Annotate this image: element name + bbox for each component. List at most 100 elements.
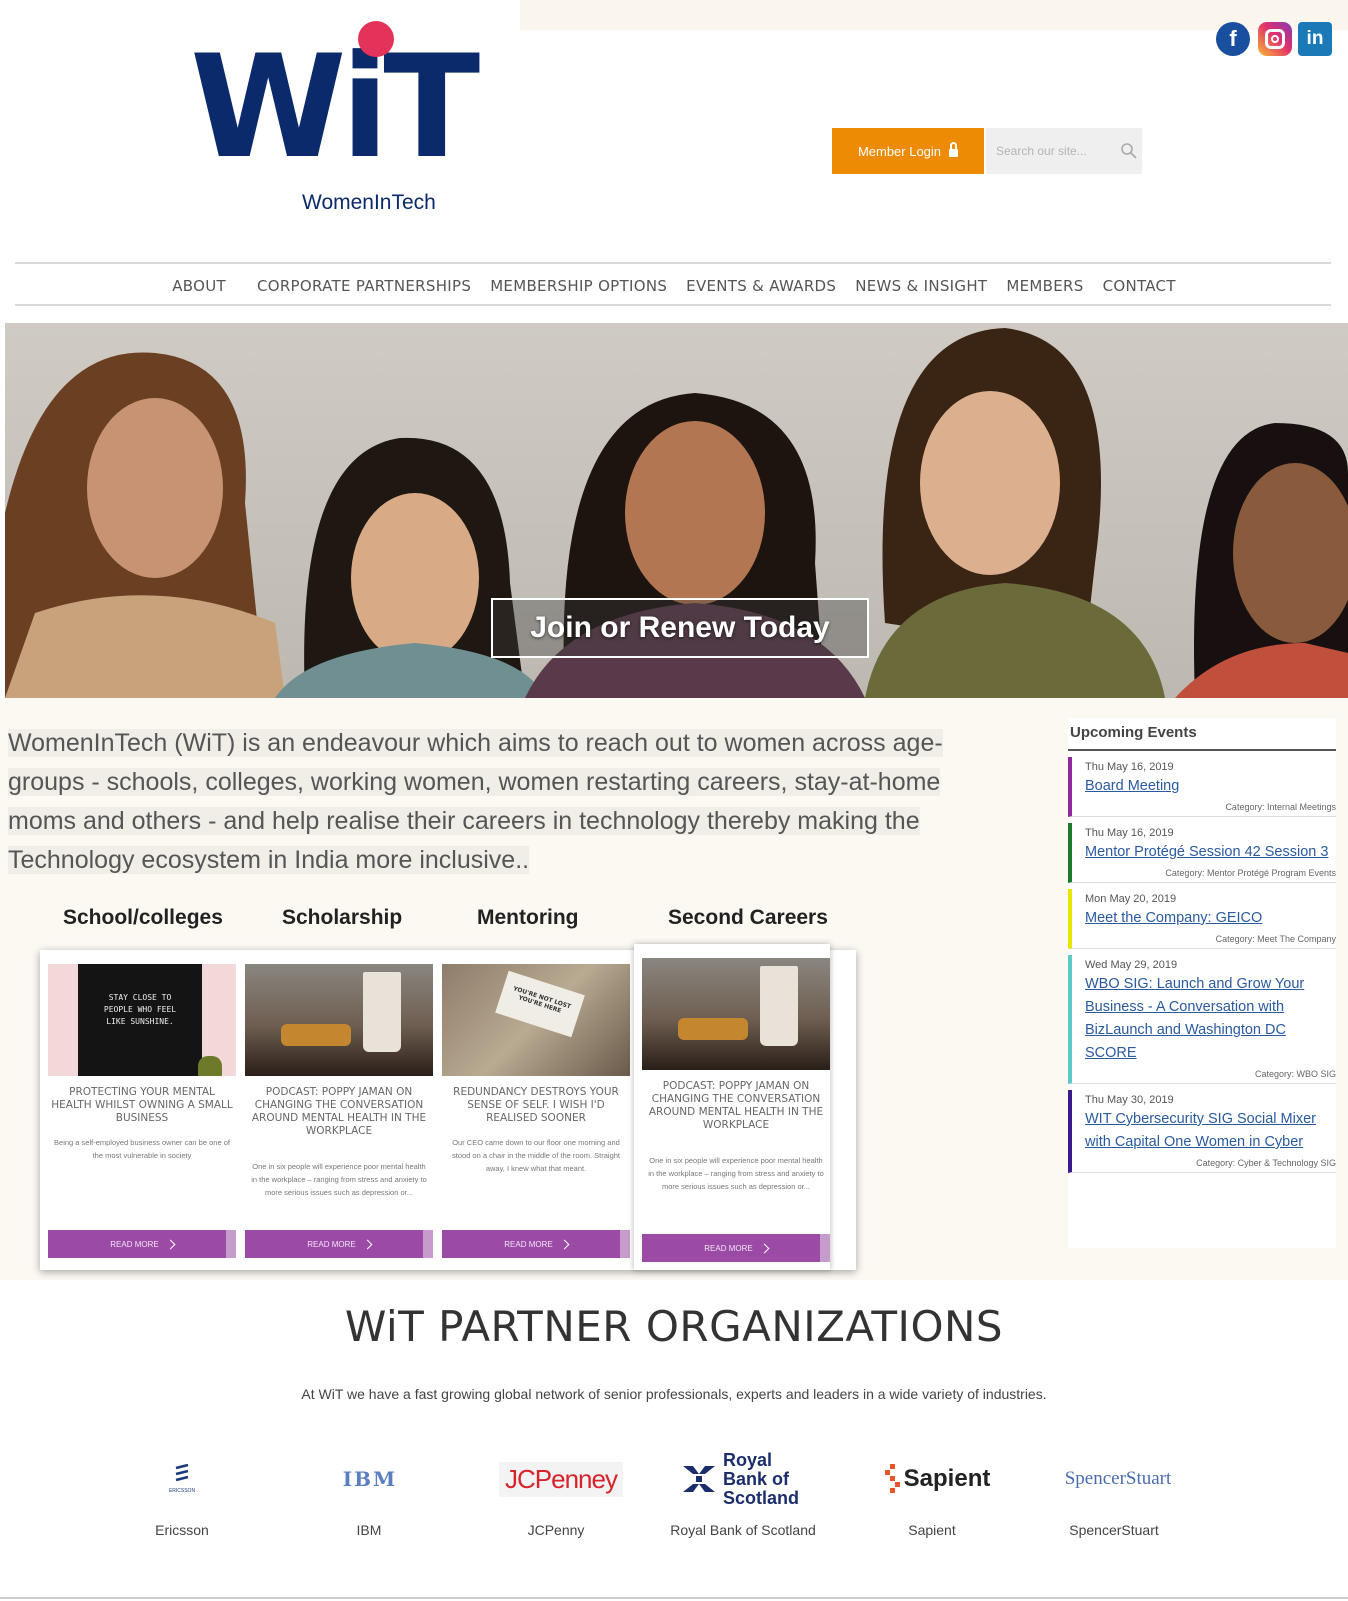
event-link[interactable]: Board Meeting <box>1085 775 1336 798</box>
card-excerpt: One in six people will experience poor m… <box>648 1156 824 1191</box>
article-card[interactable]: YOU'RE NOT LOST YOU'RE HERE REDUNDANCY D… <box>434 950 630 1268</box>
article-card[interactable]: STAY CLOSE TO PEOPLE WHO FEEL LIKE SUNSH… <box>40 950 236 1268</box>
card-excerpt: Being a self-employed business owner can… <box>54 1138 230 1160</box>
sapient-icon <box>884 1464 900 1493</box>
category-scholarship[interactable]: Scholarship <box>282 906 402 930</box>
event-date: Thu May 16, 2019 <box>1085 827 1174 839</box>
card-excerpt: Our CEO came down to our floor one morni… <box>451 1138 620 1173</box>
events-heading: Upcoming Events <box>1068 718 1336 751</box>
card-image-sign: STAY CLOSE TO PEOPLE WHO FEEL LIKE SUNSH… <box>78 964 202 1076</box>
event-item: Mon May 20, 2019 Meet the Company: GEICO… <box>1068 889 1336 949</box>
event-link[interactable]: WBO SIG: Launch and Grow Your Business -… <box>1085 973 1336 1065</box>
read-more-label: READ MORE <box>704 1243 753 1253</box>
event-date: Mon May 20, 2019 <box>1085 893 1177 905</box>
nav-news-insight[interactable]: NEWS & INSIGHT <box>855 277 987 295</box>
rbs-logo-text: Royal Bank of Scotland <box>723 1449 800 1508</box>
nav-membership-options[interactable]: MEMBERSHIP OPTIONS <box>490 277 667 295</box>
category-mentoring[interactable]: Mentoring <box>477 906 578 930</box>
card-image <box>642 958 830 1070</box>
main-nav: ABOUT CORPORATE PARTNERSHIPS MEMBERSHIP … <box>0 266 1348 306</box>
sapient-logo[interactable]: Sapient <box>882 1458 992 1500</box>
card-image-cup <box>760 966 798 1046</box>
member-login-label: Member Login <box>857 143 942 159</box>
card-image-pastry <box>678 1018 748 1040</box>
event-item: Wed May 29, 2019 WBO SIG: Launch and Gro… <box>1068 955 1336 1084</box>
event-item: Thu May 30, 2019 WIT Cybersecurity SIG S… <box>1068 1090 1336 1173</box>
article-card[interactable]: PODCAST: POPPY JAMAN ON CHANGING THE CON… <box>634 944 830 1270</box>
event-category: Category: Cyber & Technology SIG <box>1196 1158 1336 1168</box>
footer-divider <box>0 1597 1348 1599</box>
intro-paragraph: WomenInTech (WiT) is an endeavour which … <box>8 724 998 880</box>
nav-bottom-divider <box>15 304 1331 306</box>
article-card[interactable]: PODCAST: POPPY JAMAN ON CHANGING THE CON… <box>237 950 433 1268</box>
spencerstuart-logo[interactable]: SpencerStuart <box>1052 1458 1184 1500</box>
site-header: WiT WomenInTech f in Member Login <box>0 0 1348 255</box>
sapient-logo-text: Sapient <box>903 1465 991 1492</box>
logo-subtitle: WomenInTech <box>302 191 436 214</box>
event-category: Category: WBO SIG <box>1254 1069 1336 1079</box>
ericsson-logo[interactable]: ERICSSON <box>162 1458 202 1500</box>
event-date: Thu May 16, 2019 <box>1085 761 1174 773</box>
logo-dot <box>358 21 394 57</box>
nav-contact[interactable]: CONTACT <box>1103 277 1176 295</box>
card-excerpt: One in six people will experience poor m… <box>251 1162 427 1197</box>
chevron-right-icon <box>362 1239 373 1249</box>
join-renew-button[interactable]: Join or Renew Today <box>491 598 869 658</box>
category-school-colleges[interactable]: School/colleges <box>63 906 223 930</box>
partners-subtitle: At WiT we have a fast growing global net… <box>301 1386 1047 1402</box>
search-icon[interactable] <box>1118 140 1140 162</box>
nav-about[interactable]: ABOUT <box>172 277 226 295</box>
partner-name: Sapient <box>908 1522 956 1538</box>
event-link[interactable]: Meet the Company: GEICO <box>1085 907 1336 930</box>
nav-members[interactable]: MEMBERS <box>1006 277 1083 295</box>
instagram-icon[interactable] <box>1258 22 1292 56</box>
event-category: Category: Meet The Company <box>1215 934 1336 944</box>
chevron-right-icon <box>759 1243 770 1253</box>
card-title[interactable]: REDUNDANCY DESTROYS YOUR SENSE OF SELF. … <box>444 1086 628 1125</box>
member-login-button[interactable]: Member Login <box>832 128 984 174</box>
read-more-label: READ MORE <box>504 1239 553 1249</box>
read-more-button[interactable]: READ MORE <box>245 1230 433 1258</box>
upcoming-events: Upcoming Events Thu May 16, 2019 Board M… <box>1068 718 1336 1248</box>
jcpenney-logo[interactable]: JCPenney <box>496 1458 626 1500</box>
ibm-logo[interactable]: IBM <box>330 1458 410 1500</box>
category-second-careers[interactable]: Second Careers <box>668 906 828 930</box>
event-category: Category: Mentor Protégé Program Events <box>1165 868 1336 878</box>
card-image-pastry <box>281 1024 351 1046</box>
read-more-button[interactable]: READ MORE <box>642 1234 830 1262</box>
rbs-logo[interactable]: Royal Bank of Scotland <box>678 1450 818 1507</box>
partner-name: Royal Bank of Scotland <box>670 1522 816 1538</box>
card-title[interactable]: PODCAST: POPPY JAMAN ON CHANGING THE CON… <box>247 1086 431 1138</box>
card-title[interactable]: PROTECTING YOUR MENTAL HEALTH WHILST OWN… <box>50 1086 234 1125</box>
event-date: Thu May 30, 2019 <box>1085 1094 1174 1106</box>
read-more-label: READ MORE <box>110 1239 159 1249</box>
event-item: Thu May 16, 2019 Board Meeting Category:… <box>1068 757 1336 817</box>
event-category: Category: Internal Meetings <box>1225 802 1336 812</box>
ericsson-logo-text: ERICSSON <box>168 1488 196 1494</box>
card-image-cup <box>363 972 401 1052</box>
event-link[interactable]: WIT Cybersecurity SIG Social Mixer with … <box>1085 1108 1336 1154</box>
jcpenney-logo-text: JCPenney <box>499 1461 623 1497</box>
partner-name: SpencerStuart <box>1069 1522 1159 1538</box>
wit-logo[interactable]: WiT WomenInTech <box>190 15 490 225</box>
card-image: YOU'RE NOT LOST YOU'RE HERE <box>442 964 630 1076</box>
chevron-right-icon <box>559 1239 570 1249</box>
rbs-daisy-icon <box>683 1466 715 1492</box>
read-more-label: READ MORE <box>307 1239 356 1249</box>
nav-corporate-partnerships[interactable]: CORPORATE PARTNERSHIPS <box>257 277 471 295</box>
ibm-logo-text: IBM <box>342 1467 398 1491</box>
read-more-button[interactable]: READ MORE <box>48 1230 236 1258</box>
article-cards: STAY CLOSE TO PEOPLE WHO FEEL LIKE SUNSH… <box>40 944 856 1270</box>
event-item: Thu May 16, 2019 Mentor Protégé Session … <box>1068 823 1336 883</box>
nav-events-awards[interactable]: EVENTS & AWARDS <box>686 277 836 295</box>
linkedin-icon[interactable]: in <box>1298 22 1332 56</box>
partner-name: IBM <box>356 1522 382 1538</box>
chevron-right-icon <box>165 1239 176 1249</box>
read-more-button[interactable]: READ MORE <box>442 1230 630 1258</box>
intro-text: WomenInTech (WiT) is an endeavour which … <box>8 729 943 874</box>
card-image: STAY CLOSE TO PEOPLE WHO FEEL LIKE SUNSH… <box>48 964 236 1076</box>
event-link[interactable]: Mentor Protégé Session 42 Session 3 <box>1085 841 1336 864</box>
event-date: Wed May 29, 2019 <box>1085 959 1178 971</box>
facebook-icon[interactable]: f <box>1216 22 1250 56</box>
card-title[interactable]: PODCAST: POPPY JAMAN ON CHANGING THE CON… <box>644 1080 828 1132</box>
